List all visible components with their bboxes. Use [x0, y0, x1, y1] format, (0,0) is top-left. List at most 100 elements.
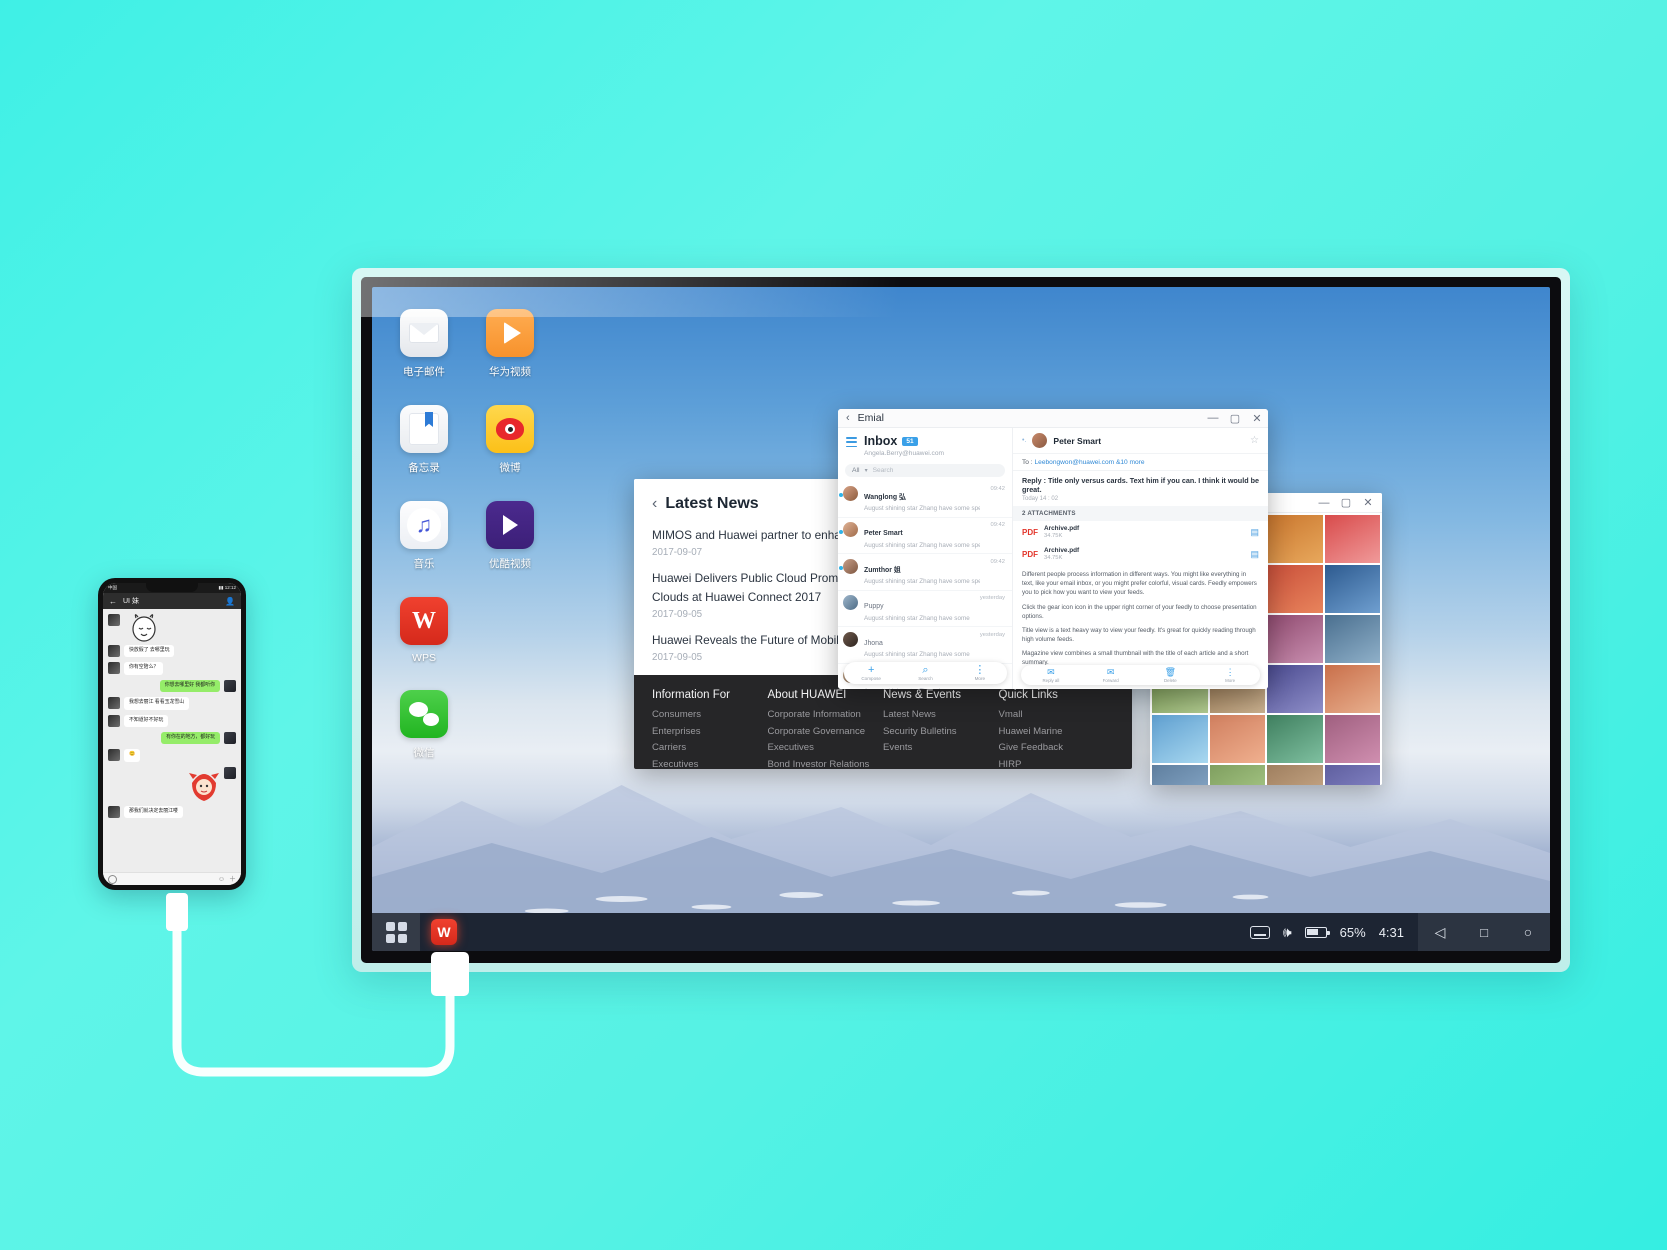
attachment-row[interactable]: PDF Archive.pdf 34.75K ▤ — [1013, 521, 1268, 543]
email-time: yesterday — [979, 631, 1005, 638]
desktop-icon-music[interactable]: ♫ 音乐 — [398, 501, 450, 571]
footer-link[interactable]: Vmall — [999, 709, 1115, 720]
footer-link[interactable]: Executives — [652, 759, 768, 770]
footer-link[interactable]: HIRP — [999, 759, 1115, 770]
nav-back-button[interactable]: ◁ — [1418, 913, 1462, 951]
phone-carrier: 中国 — [108, 585, 117, 590]
footer-link[interactable]: Corporate Information — [768, 709, 884, 720]
maximize-button[interactable]: ▢ — [1335, 494, 1357, 512]
unread-dot — [839, 529, 843, 534]
email-list-row[interactable]: Wanglong 弘 August shining star Zhang have… — [838, 481, 1012, 518]
email-list-row[interactable]: Peter Smart August shining star Zhang hav… — [838, 518, 1012, 554]
delete-button[interactable]: 🗑 Delete — [1141, 667, 1201, 683]
hamburger-icon[interactable] — [846, 437, 857, 448]
maximize-button[interactable]: ▢ — [1224, 409, 1246, 427]
gallery-thumbnail[interactable] — [1267, 665, 1323, 713]
chat-input-bar[interactable]: ☺ ＋ — [103, 872, 241, 885]
search-button[interactable]: ⌕ Search — [898, 665, 952, 682]
gallery-thumbnail[interactable] — [1267, 765, 1323, 785]
desktop-icon-weibo[interactable]: 微博 — [484, 405, 536, 475]
footer-link[interactable]: Security Bulletins — [883, 726, 999, 737]
search-input[interactable]: Search — [873, 467, 894, 474]
chat-message: 😊 — [108, 749, 236, 762]
back-icon[interactable]: ← — [109, 597, 117, 606]
toolbar-label: Compose — [861, 676, 881, 681]
taskbar-item-wps[interactable]: W — [420, 913, 468, 951]
nav-home-button[interactable]: □ — [1462, 913, 1506, 951]
chevron-down-icon[interactable]: ▾ — [865, 467, 868, 474]
gallery-thumbnail[interactable] — [1324, 765, 1380, 785]
gallery-thumbnail[interactable] — [1324, 615, 1380, 663]
minimize-button[interactable]: — — [1202, 409, 1224, 427]
gallery-thumbnail[interactable] — [1267, 565, 1323, 613]
close-button[interactable]: ✕ — [1246, 409, 1268, 427]
more-button[interactable]: ⋮ More — [1200, 667, 1260, 683]
attachment-size: 34.75K — [1044, 533, 1063, 539]
wps-icon: W — [431, 919, 457, 945]
gallery-thumbnail[interactable] — [1209, 715, 1265, 763]
attachment-row[interactable]: PDF Archive.pdf 34.75K ▤ — [1013, 543, 1268, 565]
gallery-thumbnail[interactable] — [1152, 715, 1208, 763]
email-list-row[interactable]: Jhona August shining star Zhang have some… — [838, 627, 1012, 664]
desktop-icon-youku[interactable]: 优酷视频 — [484, 501, 536, 571]
desktop-icon-wechat[interactable]: 微信 — [398, 690, 450, 760]
nav-recents-button[interactable]: ○ — [1506, 913, 1550, 951]
gallery-thumbnail[interactable] — [1324, 715, 1380, 763]
desktop-screen: 电子邮件 华为视频 备忘录 微博 ♫ 音乐 优酷视频 W WPS 微信 ‹ La… — [372, 287, 1550, 951]
footer-link[interactable]: Enterprises — [652, 726, 768, 737]
back-icon[interactable]: ‹ — [846, 412, 850, 424]
email-list-row[interactable]: Zumthor 姐 August shining star Zhang have … — [838, 554, 1012, 591]
desktop-icon-wps[interactable]: W WPS — [398, 597, 450, 664]
filter-label[interactable]: All — [852, 467, 860, 474]
footer-link[interactable]: Corporate Governance — [768, 726, 884, 737]
app-launcher-button[interactable] — [372, 913, 420, 951]
gallery-thumbnail[interactable] — [1267, 615, 1323, 663]
forward-button[interactable]: ✉ Forward — [1081, 667, 1141, 683]
gallery-thumbnail[interactable] — [1324, 565, 1380, 613]
reply-all-button[interactable]: ✉ Reply all — [1021, 667, 1081, 683]
gallery-thumbnail[interactable] — [1209, 765, 1265, 785]
footer-link[interactable]: Executives — [768, 742, 884, 753]
footer-link[interactable]: Huawei Marine — [999, 726, 1115, 737]
footer-link[interactable]: Latest News — [883, 709, 999, 720]
contact-profile-icon[interactable]: 👤 — [225, 597, 235, 606]
gallery-thumbnail[interactable] — [1324, 515, 1380, 563]
volume-icon[interactable]: 🕪 — [1283, 924, 1292, 941]
footer-link[interactable]: Give Feedback — [999, 742, 1115, 753]
gallery-thumbnail[interactable] — [1267, 715, 1323, 763]
gallery-thumbnail[interactable] — [1152, 765, 1208, 785]
email-time: yesterday — [979, 595, 1005, 601]
avatar — [108, 749, 120, 762]
download-icon[interactable]: ▤ — [1250, 527, 1259, 538]
email-list-row[interactable]: Puppy August shining star Zhang have some… — [838, 591, 1012, 627]
email-titlebar[interactable]: ‹ Emial — ▢ ✕ — [838, 409, 1268, 428]
voice-icon[interactable] — [108, 874, 117, 884]
star-icon[interactable]: ☆ — [1250, 435, 1259, 446]
footer-link[interactable]: Consumers — [652, 709, 768, 720]
navigation-bar: ◁ □ ○ — [1418, 913, 1550, 951]
footer-link[interactable]: Events — [883, 742, 999, 753]
plus-icon[interactable]: ＋ — [229, 874, 236, 884]
desktop-icon-huawei-video[interactable]: 华为视频 — [484, 309, 536, 379]
footer-link[interactable]: Carriers — [652, 742, 768, 753]
keyboard-icon[interactable] — [1249, 925, 1270, 939]
compose-button[interactable]: + Compose — [844, 665, 898, 682]
to-value[interactable]: Leebongwon@huawei.com &10 more — [1034, 459, 1144, 466]
footer-link[interactable]: Bond Investor Relations — [768, 759, 884, 770]
email-window[interactable]: ‹ Emial — ▢ ✕ Inbox 51 Angela.Berry@huaw… — [838, 409, 1268, 689]
email-search-bar[interactable]: All ▾ Search — [845, 464, 1005, 477]
weibo-icon — [486, 405, 534, 453]
back-icon[interactable]: ‹ — [652, 495, 657, 513]
desktop-icon-notes[interactable]: 备忘录 — [398, 405, 450, 475]
gallery-thumbnail[interactable] — [1324, 665, 1380, 713]
more-button[interactable]: ⋮ More — [953, 665, 1007, 682]
desktop-icon-row: ♫ 音乐 优酷视频 — [398, 501, 558, 571]
emoji-icon[interactable]: ☺ — [218, 876, 225, 883]
gallery-thumbnail[interactable] — [1267, 515, 1323, 563]
status-area: 🕪 65% 4:31 — [1236, 924, 1418, 941]
attachments-header: 2 ATTACHMENTS — [1013, 506, 1268, 521]
close-button[interactable]: ✕ — [1357, 494, 1379, 512]
desktop-icon-email[interactable]: 电子邮件 — [398, 309, 450, 379]
minimize-button[interactable]: — — [1313, 494, 1335, 512]
download-icon[interactable]: ▤ — [1250, 549, 1259, 560]
